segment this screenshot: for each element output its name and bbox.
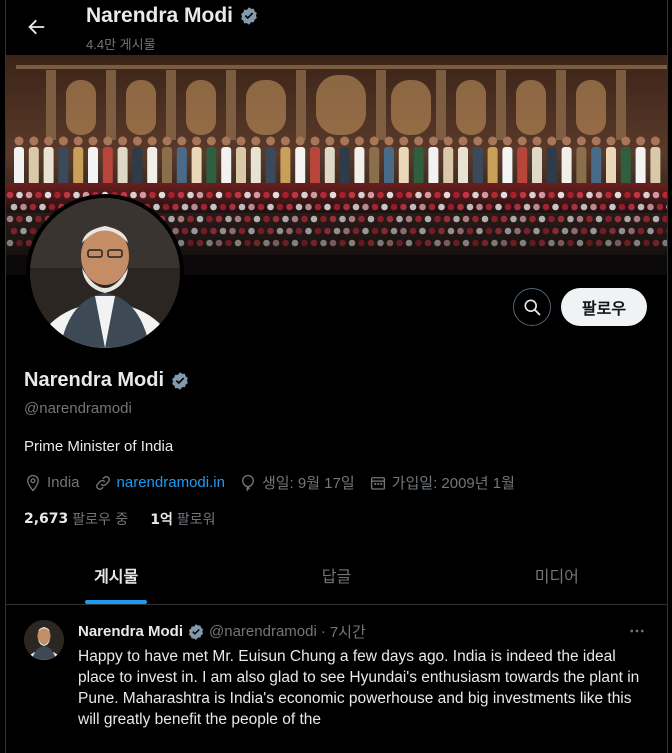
link-icon <box>95 475 110 490</box>
followers-count: 1억 <box>150 512 173 528</box>
tab-posts-label: 게시물 <box>94 567 139 586</box>
tweet-header: Narendra Modi @narendramodi · 7시간 <box>78 621 366 642</box>
profile-name-row: Narendra Modi <box>24 369 190 392</box>
tab-media-label: 미디어 <box>534 567 579 586</box>
verified-badge-icon[interactable] <box>187 623 205 641</box>
birthday-item: 생일: 9월 17일 <box>239 472 355 493</box>
tweet-text: Happy to have met Mr. Euisun Chung a few… <box>78 648 640 728</box>
profile-name: Narendra Modi <box>24 369 165 391</box>
tweet-separator: · <box>320 623 326 640</box>
followers-label: 팔로워 <box>176 512 216 528</box>
following-label: 팔로우 중 <box>72 512 129 528</box>
tweet-author-handle[interactable]: @narendramodi <box>209 623 317 640</box>
tweet-author-name[interactable]: Narendra Modi <box>78 623 183 640</box>
tweet[interactable]: Narendra Modi @narendramodi · 7시간 Happy … <box>6 605 667 753</box>
tweet-timestamp[interactable]: 7시간 <box>330 621 366 642</box>
profile-handle: @narendramodi <box>24 400 132 417</box>
profile-bio: Prime Minister of India <box>24 438 174 455</box>
location-text: India <box>47 474 80 491</box>
arrow-left-icon <box>28 19 45 35</box>
joined-text: 가입일: 2009년 1월 <box>391 475 515 492</box>
profile-page: Narendra Modi 4.4만 게시물 팔로우 Narendra Modi… <box>5 0 668 753</box>
back-button[interactable] <box>18 9 54 45</box>
following-link[interactable]: 2,673 팔로우 중 <box>24 509 128 529</box>
joined-item: 가입일: 2009년 1월 <box>369 472 515 493</box>
header-post-count: 4.4만 게시물 <box>86 37 156 52</box>
tweet-avatar-image <box>24 620 64 660</box>
header-name: Narendra Modi <box>86 4 234 27</box>
search-icon <box>524 299 541 316</box>
tab-media[interactable]: 미디어 <box>447 546 667 604</box>
location-pin-icon <box>27 474 39 492</box>
active-tab-indicator <box>85 600 148 604</box>
avatar-image <box>30 198 180 348</box>
location-item: India <box>24 474 80 492</box>
followers-link[interactable]: 1억 팔로워 <box>150 509 215 529</box>
calendar-icon <box>370 476 385 490</box>
profile-meta: India narendramodi.in 생일: 9월 17일 가입일: 20… <box>24 472 529 493</box>
top-bar: Narendra Modi 4.4만 게시물 <box>6 0 667 55</box>
balloon-icon <box>242 474 254 491</box>
header-title: Narendra Modi <box>86 4 259 28</box>
tab-posts[interactable]: 게시물 <box>6 546 226 604</box>
tweet-avatar[interactable] <box>24 620 64 660</box>
profile-search-button[interactable] <box>513 288 551 326</box>
more-horizontal-icon <box>630 629 644 633</box>
birthday-text: 생일: 9월 17일 <box>261 475 355 492</box>
tab-replies-label: 답글 <box>321 567 352 586</box>
verified-badge-icon[interactable] <box>239 6 259 26</box>
follow-button[interactable]: 팔로우 <box>561 288 647 326</box>
profile-tabs: 게시물 답글 미디어 <box>6 546 667 605</box>
profile-avatar[interactable] <box>26 194 184 352</box>
verified-badge-icon[interactable] <box>170 371 190 391</box>
website-link[interactable]: narendramodi.in <box>117 474 225 491</box>
tab-replies[interactable]: 답글 <box>226 546 446 604</box>
website-item: narendramodi.in <box>94 474 225 492</box>
following-count: 2,673 <box>24 511 69 527</box>
follow-stats: 2,673 팔로우 중 1억 팔로워 <box>24 509 238 529</box>
tweet-more-button[interactable] <box>625 619 649 643</box>
